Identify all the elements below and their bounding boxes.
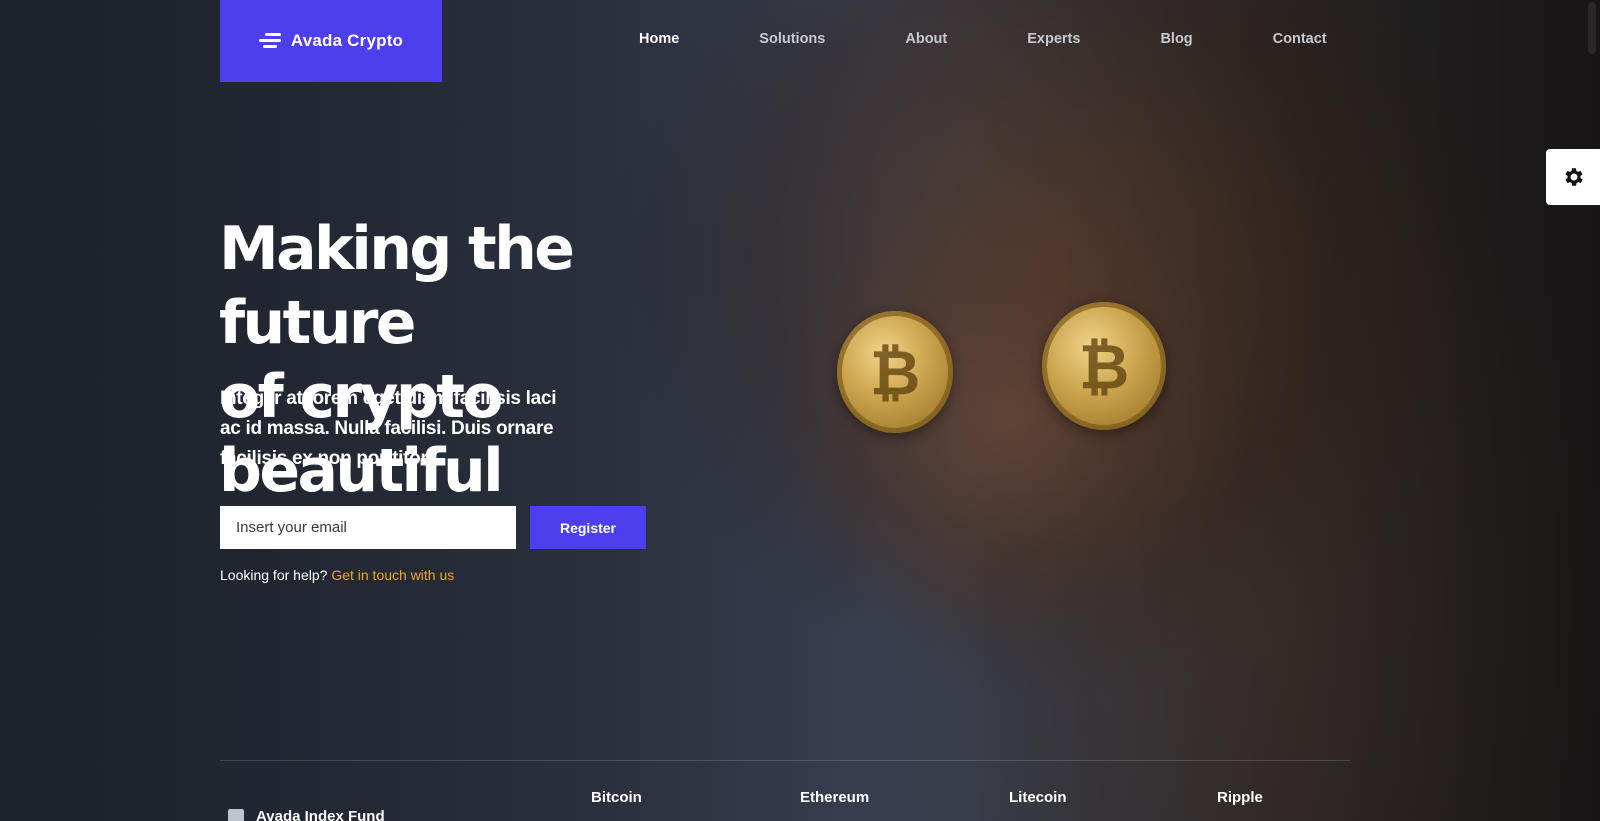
site-logo[interactable]: Avada Crypto xyxy=(220,0,442,82)
subtext-line-2: ac id massa. Nulla facilisi. Duis ornare xyxy=(220,418,554,439)
subtext-line-1: Integer at lorem eget diam facilisis lac… xyxy=(220,388,557,409)
ticker-litecoin: Litecoin xyxy=(1009,789,1067,806)
subtext-line-3: facilisis ex non porttitor. xyxy=(220,448,432,469)
nav-home[interactable]: Home xyxy=(639,31,679,47)
fund-label: Avada Index Fund xyxy=(256,808,385,821)
menu-lines-icon xyxy=(258,33,281,49)
ticker-ethereum: Ethereum xyxy=(800,789,870,806)
index-fund: Avada Index Fund xyxy=(228,808,385,821)
nav-experts[interactable]: Experts xyxy=(1027,31,1080,47)
nav-blog[interactable]: Blog xyxy=(1160,31,1192,47)
bitcoin-coin-icon: ₿ xyxy=(1042,302,1166,430)
fund-icon xyxy=(228,808,244,821)
help-text: Looking for help? xyxy=(220,567,328,583)
nav-solutions[interactable]: Solutions xyxy=(759,31,825,47)
main-nav: Home Solutions About Experts Blog Contac… xyxy=(639,31,1407,47)
hero-subtext: Integer at lorem eget diam facilisis lac… xyxy=(220,384,580,474)
scrollbar[interactable] xyxy=(1588,2,1596,54)
help-line: Looking for help? Get in touch with us xyxy=(220,567,454,583)
settings-button[interactable] xyxy=(1546,149,1600,205)
logo-text: Avada Crypto xyxy=(290,31,404,50)
ticker-bitcoin: Bitcoin xyxy=(591,789,642,806)
email-input[interactable] xyxy=(220,506,516,549)
nav-contact[interactable]: Contact xyxy=(1273,31,1327,47)
section-divider xyxy=(220,760,1350,761)
register-button[interactable]: Register xyxy=(530,506,646,549)
bitcoin-coin-icon: ₿ xyxy=(837,311,953,433)
headline-line-1: Making the future xyxy=(219,214,575,358)
contact-link[interactable]: Get in touch with us xyxy=(331,567,454,583)
gear-icon xyxy=(1565,168,1583,186)
ticker-ripple: Ripple xyxy=(1217,789,1263,806)
nav-about[interactable]: About xyxy=(905,31,947,47)
